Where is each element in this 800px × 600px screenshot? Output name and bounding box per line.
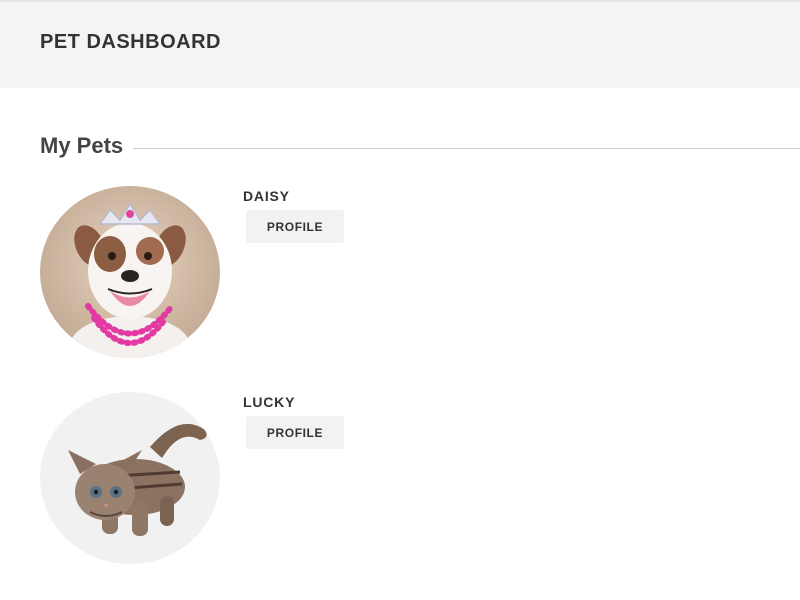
profile-button-lucky[interactable]: PROFILE bbox=[246, 416, 344, 449]
section-title: My Pets bbox=[40, 133, 124, 158]
profile-button-daisy[interactable]: PROFILE bbox=[246, 210, 344, 243]
pet-card-lucky: LUCKY PROFILE bbox=[40, 392, 800, 572]
pet-name-lucky: LUCKY bbox=[243, 394, 296, 410]
pet-name-daisy: DAISY bbox=[243, 188, 290, 204]
page-header: PET DASHBOARD bbox=[0, 0, 800, 88]
pet-card-daisy: DAISY PROFILE bbox=[40, 186, 800, 366]
dashboard-title: PET DASHBOARD bbox=[40, 31, 221, 53]
dog-photo-image bbox=[40, 186, 220, 358]
cat-photo[interactable] bbox=[40, 392, 220, 564]
section-divider bbox=[133, 148, 800, 149]
dog-photo[interactable] bbox=[40, 186, 220, 358]
cat-photo-image bbox=[40, 392, 220, 564]
